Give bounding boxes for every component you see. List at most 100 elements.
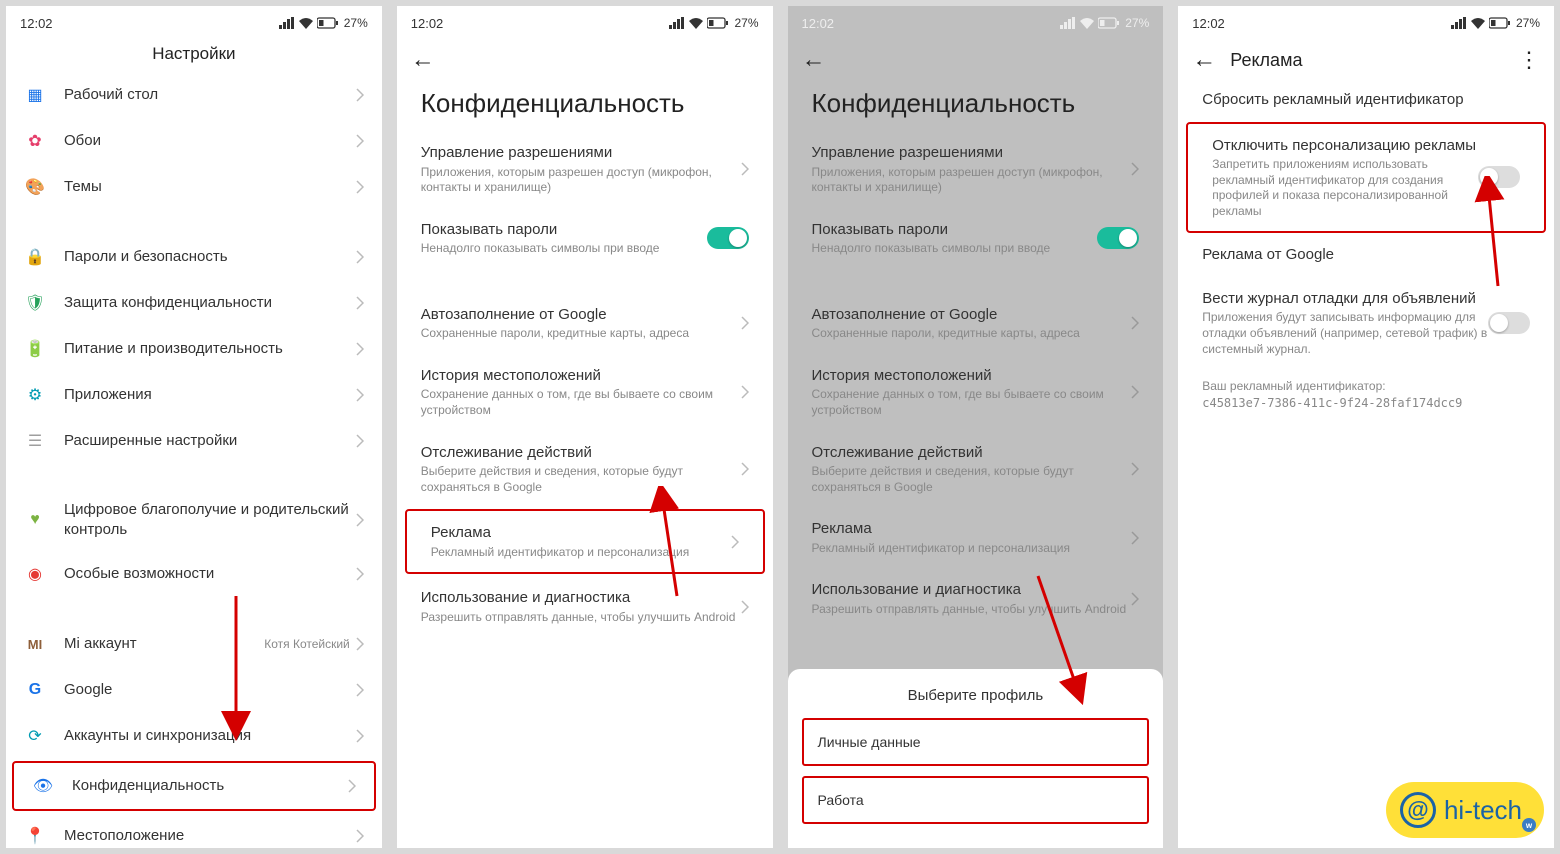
watermark-badge: @ hi-tech w [1386, 782, 1544, 838]
row-permission-manager[interactable]: Управление разрешениями Приложения, кото… [397, 131, 773, 208]
clock: 12:02 [802, 16, 835, 31]
row-label: Особые возможности [64, 564, 356, 584]
chevron-right-icon [1131, 462, 1139, 476]
wallpaper-icon: ✿ [24, 130, 46, 152]
title-bar: ← Реклама ⋮ [1178, 40, 1554, 78]
battery-icon [707, 17, 729, 29]
row-accounts-sync[interactable]: ⟳ Аккаунты и синхронизация [6, 713, 382, 759]
row-sublabel: Сохранение данных о том, где вы бываете … [421, 387, 741, 418]
toggle-debug[interactable] [1488, 312, 1530, 334]
row-label: Вести журнал отладки для объявлений [1202, 289, 1488, 309]
signal-icon [1451, 17, 1467, 29]
battery-icon: 🔋 [24, 338, 46, 360]
row-opt-out-personalization[interactable]: Отключить персонализацию рекламы Запрети… [1186, 122, 1546, 234]
sheet-title: Выберите профиль [802, 687, 1150, 704]
toggle-show-passwords [1097, 227, 1139, 249]
sliders-icon: ☰ [24, 430, 46, 452]
chevron-right-icon [356, 567, 364, 581]
wifi-icon [688, 17, 704, 29]
chevron-right-icon [356, 296, 364, 310]
chevron-right-icon [356, 88, 364, 102]
row-mi-account[interactable]: MI Mi аккаунт Котя Котейский [6, 621, 382, 667]
chevron-right-icon [356, 513, 364, 527]
row-desktop[interactable]: ▦ Рабочий стол [6, 72, 382, 118]
battery-icon [1489, 17, 1511, 29]
row-activity-tracking[interactable]: Отслеживание действий Выберите действия … [397, 431, 773, 508]
row-location-history[interactable]: История местоположений Сохранение данных… [397, 354, 773, 431]
row-usage-diagnostics[interactable]: Использование и диагностика Разрешить от… [397, 576, 773, 637]
chevron-right-icon [356, 342, 364, 356]
status-icons: 27% [1060, 16, 1149, 30]
wifi-icon [298, 17, 314, 29]
row-label: Приложения [64, 385, 356, 405]
ad-id-label: Ваш рекламный идентификатор: [1178, 369, 1554, 395]
apps-icon: ⚙ [24, 384, 46, 406]
sync-icon: ⟳ [24, 725, 46, 747]
row-activity-tracking: Отслеживание действий Выберите действия … [788, 431, 1164, 508]
row-ads: Реклама Рекламный идентификатор и персон… [788, 507, 1164, 568]
status-bar: 12:02 27% [397, 6, 773, 40]
back-button[interactable]: ← [1192, 46, 1216, 74]
chevron-right-icon [356, 388, 364, 402]
row-ads[interactable]: Реклама Рекламный идентификатор и персон… [405, 509, 765, 574]
vk-icon: w [1522, 818, 1536, 832]
status-icons: 27% [669, 16, 758, 30]
row-sublabel: Сохраненные пароли, кредитные карты, адр… [812, 326, 1132, 342]
battery-percent: 27% [344, 16, 368, 30]
profile-chooser-sheet: Выберите профиль Личные данные Работа [788, 669, 1164, 848]
back-button[interactable]: ← [802, 46, 826, 74]
row-accessibility[interactable]: ◉ Особые возможности [6, 551, 382, 597]
status-icons: 27% [279, 16, 368, 30]
row-reset-ad-id[interactable]: Сбросить рекламный идентификатор [1178, 78, 1554, 122]
row-label: Отключить персонализацию рекламы [1212, 136, 1478, 156]
row-google[interactable]: G Google [6, 667, 382, 713]
row-power-performance[interactable]: 🔋 Питание и производительность [6, 326, 382, 372]
toggle-opt-out[interactable] [1478, 166, 1520, 188]
profile-option-personal[interactable]: Личные данные [802, 718, 1150, 766]
row-google-ads[interactable]: Реклама от Google [1178, 233, 1554, 277]
shield-icon: 🛡 [24, 292, 46, 314]
row-show-passwords[interactable]: Показывать пароли Ненадолго показывать с… [397, 208, 773, 269]
wellbeing-icon: ♥ [24, 509, 46, 531]
more-menu-button[interactable]: ⋮ [1518, 47, 1540, 73]
row-themes[interactable]: 🎨 Темы [6, 164, 382, 210]
wifi-icon [1470, 17, 1486, 29]
chevron-right-icon [356, 180, 364, 194]
row-label: Аккаунты и синхронизация [64, 726, 356, 746]
row-debug-log[interactable]: Вести журнал отладки для объявлений Прил… [1178, 277, 1554, 369]
row-wallpaper[interactable]: ✿ Обои [6, 118, 382, 164]
chevron-right-icon [1131, 592, 1139, 606]
battery-percent: 27% [734, 16, 758, 30]
ads-list[interactable]: Сбросить рекламный идентификатор Отключи… [1178, 78, 1554, 848]
profile-option-work[interactable]: Работа [802, 776, 1150, 824]
row-privacy-protection[interactable]: 🛡 Защита конфиденциальности [6, 280, 382, 326]
chevron-right-icon [356, 134, 364, 148]
privacy-list[interactable]: Управление разрешениями Приложения, кото… [397, 131, 773, 848]
row-label: Автозаполнение от Google [812, 305, 1132, 325]
row-label: Сбросить рекламный идентификатор [1202, 90, 1530, 110]
row-location[interactable]: 📍 Местоположение [6, 813, 382, 848]
row-privacy[interactable]: 👁 Конфиденциальность [12, 761, 376, 811]
row-advanced-settings[interactable]: ☰ Расширенные настройки [6, 418, 382, 464]
title-bar: ← [788, 40, 1164, 78]
page-title: Реклама [1230, 50, 1302, 71]
ad-id-value: c45813e7-7386-411c-9f24-28faf174dcc9 [1178, 395, 1554, 412]
row-passwords-security[interactable]: 🔒 Пароли и безопасность [6, 234, 382, 280]
row-google-autofill[interactable]: Автозаполнение от Google Сохраненные пар… [397, 293, 773, 354]
page-title: Конфиденциальность [397, 78, 773, 131]
chevron-right-icon [356, 434, 364, 448]
row-label: История местоположений [812, 366, 1132, 386]
battery-icon [1098, 17, 1120, 29]
row-label: Цифровое благополучие и родительский кон… [64, 500, 356, 539]
status-bar: 12:02 27% [6, 6, 382, 40]
lock-icon: 🔒 [24, 246, 46, 268]
eye-icon: 👁 [32, 775, 54, 797]
row-digital-wellbeing[interactable]: ♥ Цифровое благополучие и родительский к… [6, 488, 382, 551]
settings-list[interactable]: ▦ Рабочий стол ✿ Обои 🎨 Темы 🔒 Пароли и … [6, 72, 382, 848]
back-button[interactable]: ← [411, 46, 435, 74]
row-label: Показывать пароли [421, 220, 707, 240]
panel-settings: 12:02 27% Настройки ▦ Рабочий стол ✿ Обо… [6, 6, 382, 848]
row-permission-manager: Управление разрешениями Приложения, кото… [788, 131, 1164, 208]
row-apps[interactable]: ⚙ Приложения [6, 372, 382, 418]
toggle-show-passwords[interactable] [707, 227, 749, 249]
